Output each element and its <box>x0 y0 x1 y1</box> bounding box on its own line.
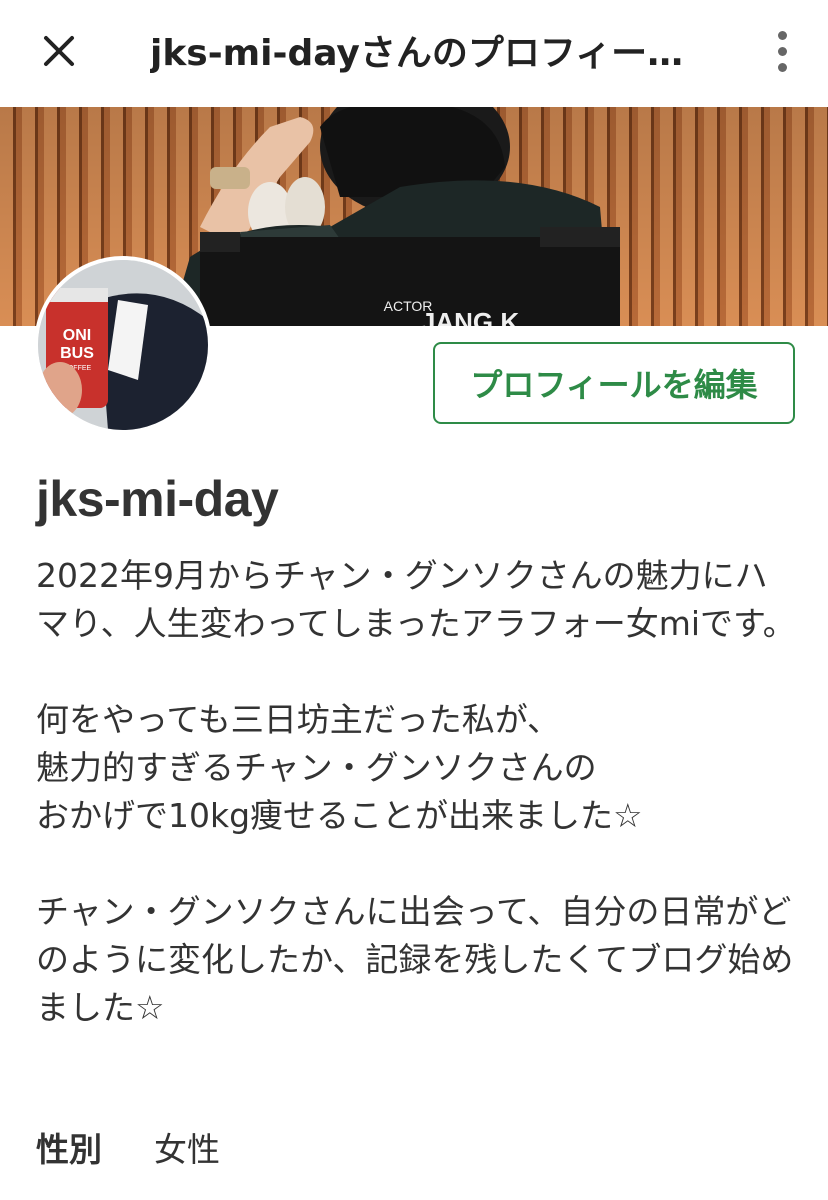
profile-bio: 2022年9月からチャン・グンソクさんの魅力にハマり、人生変わってしまったアラフ… <box>36 552 796 1032</box>
more-vertical-icon <box>777 30 787 40</box>
more-options-button[interactable] <box>760 24 804 78</box>
page-title: jks-mi-dayさんのプロフィー… <box>150 33 684 74</box>
gender-label: 性別 <box>36 1130 102 1169</box>
top-bar: jks-mi-dayさんのプロフィー… <box>0 0 828 107</box>
more-vertical-icon-dot <box>777 62 787 72</box>
bio-paragraph-1: 2022年9月からチャン・グンソクさんの魅力にハマり、人生変わってしまったアラフ… <box>36 556 796 643</box>
gender-value: 女性 <box>154 1130 220 1169</box>
close-icon <box>44 36 74 66</box>
chair-text-name: JANG K <box>421 307 519 326</box>
more-vertical-icon-dot <box>777 46 787 56</box>
cup-text-1: ONI <box>63 327 91 344</box>
close-button[interactable] <box>30 22 88 80</box>
avatar[interactable]: ONI BUS COFFEE <box>34 256 212 434</box>
gender-row: 性別 女性 <box>36 1122 220 1172</box>
username: jks-mi-day <box>36 471 279 527</box>
profile-page: jks-mi-dayさんのプロフィー… ACTOR JANG K ONI BUS… <box>0 0 828 1200</box>
edit-profile-button[interactable]: プロフィールを編集 <box>433 342 795 424</box>
bio-paragraph-3: チャン・グンソクさんに出会って、自分の日常がどのように変化したか、記録を残したく… <box>36 892 794 1027</box>
cup-text-2: BUS <box>60 345 94 362</box>
bio-paragraph-2: 何をやっても三日坊主だった私が、 魅力的すぎるチャン・グンソクさんの おかげで1… <box>36 700 643 835</box>
